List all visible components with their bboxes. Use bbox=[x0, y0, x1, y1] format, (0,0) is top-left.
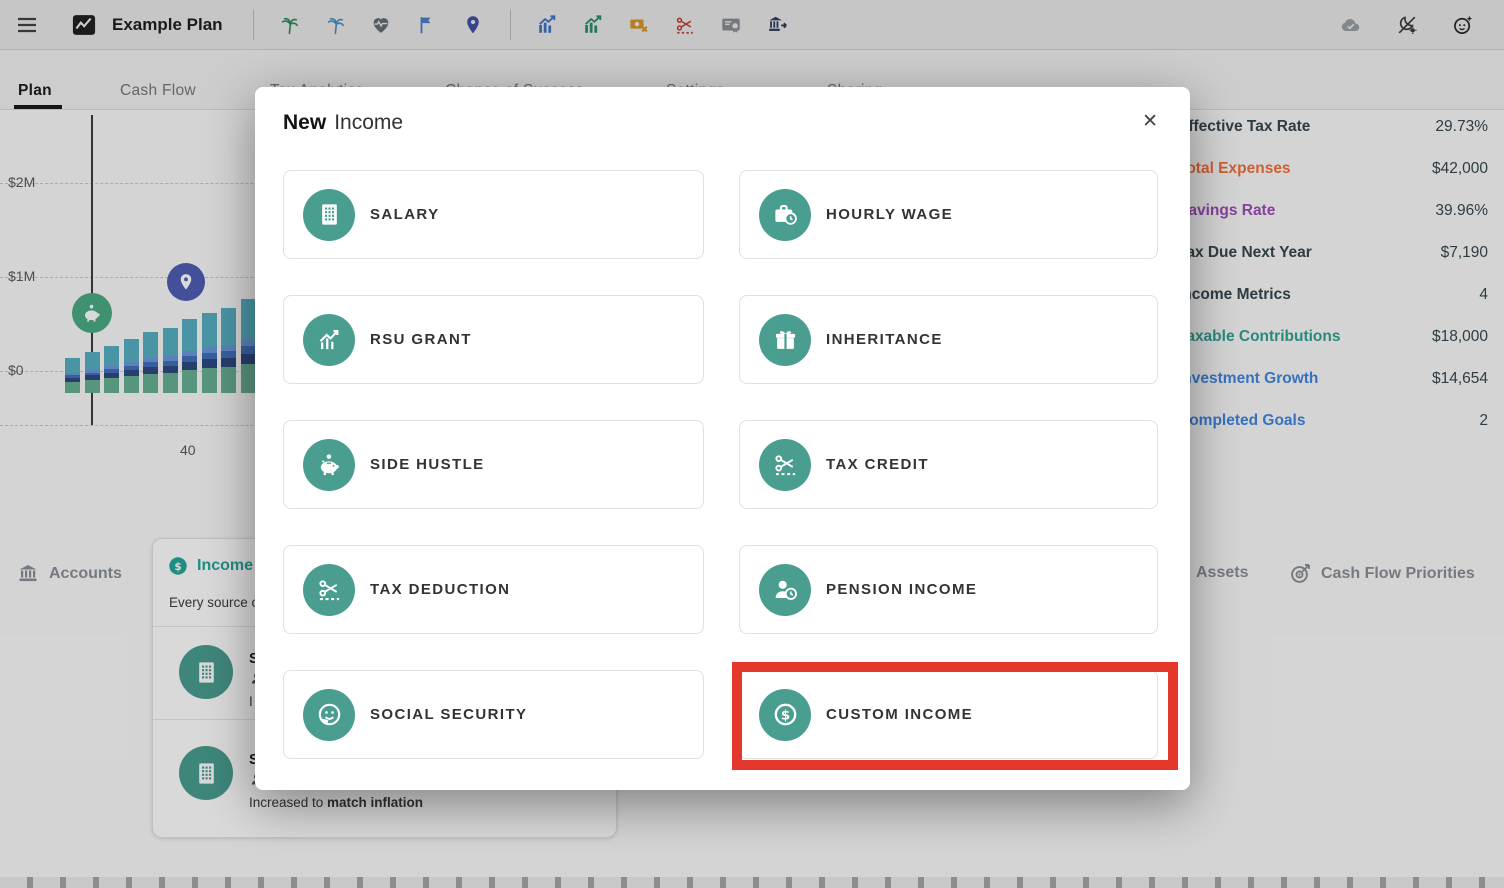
income-type-label: SOCIAL SECURITY bbox=[370, 706, 527, 723]
close-icon[interactable]: ✕ bbox=[1142, 110, 1158, 134]
income-type-option-hourly-wage[interactable]: HOURLY WAGE bbox=[739, 170, 1158, 259]
income-type-option-rsu-grant[interactable]: RSU GRANT bbox=[283, 295, 704, 384]
person-clock-icon bbox=[759, 564, 811, 616]
income-type-option-tax-credit[interactable]: TAX CREDIT bbox=[739, 420, 1158, 509]
building-icon bbox=[303, 189, 355, 241]
elder-face-icon bbox=[303, 689, 355, 741]
income-type-label: SALARY bbox=[370, 206, 440, 223]
income-type-label: PENSION INCOME bbox=[826, 581, 977, 598]
income-type-label: INHERITANCE bbox=[826, 331, 943, 348]
app-window: Example Plan PlanCash FlowTax AnalyticsC… bbox=[0, 0, 1504, 888]
income-type-option-side-hustle[interactable]: SIDE HUSTLE bbox=[283, 420, 704, 509]
scissors-cut-icon bbox=[303, 564, 355, 616]
income-type-label: SIDE HUSTLE bbox=[370, 456, 485, 473]
modal-title: New Income bbox=[283, 111, 403, 135]
rsu-chart-icon bbox=[303, 314, 355, 366]
income-type-option-social-security[interactable]: SOCIAL SECURITY bbox=[283, 670, 704, 759]
briefcase-clock-icon bbox=[759, 189, 811, 241]
highlight-annotation-custom-income bbox=[732, 662, 1178, 770]
gift-icon bbox=[759, 314, 811, 366]
scissors-cut-icon bbox=[759, 439, 811, 491]
income-type-label: TAX DEDUCTION bbox=[370, 581, 510, 598]
income-type-label: TAX CREDIT bbox=[826, 456, 929, 473]
income-type-option-inheritance[interactable]: INHERITANCE bbox=[739, 295, 1158, 384]
piggy-bank-icon bbox=[303, 439, 355, 491]
modal-title-new: New bbox=[283, 111, 326, 134]
modal-title-income: Income bbox=[334, 111, 403, 134]
income-type-option-salary[interactable]: SALARY bbox=[283, 170, 704, 259]
income-type-label: HOURLY WAGE bbox=[826, 206, 953, 223]
income-type-option-tax-deduction[interactable]: TAX DEDUCTION bbox=[283, 545, 704, 634]
income-type-label: RSU GRANT bbox=[370, 331, 472, 348]
income-type-option-pension-income[interactable]: PENSION INCOME bbox=[739, 545, 1158, 634]
